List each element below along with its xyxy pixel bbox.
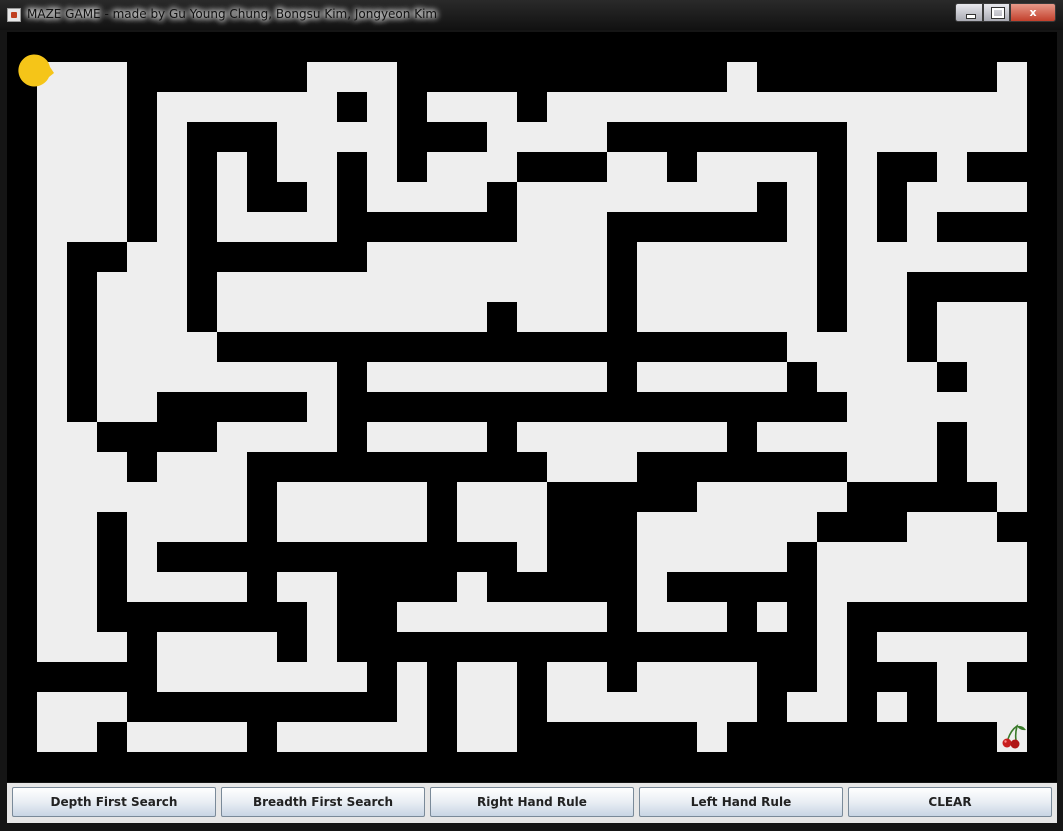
maze-wall	[367, 212, 487, 242]
maze-wall	[97, 512, 127, 632]
maze-wall	[847, 482, 967, 512]
maze-wall	[127, 62, 307, 92]
maze-wall	[877, 152, 937, 182]
maze-wall	[247, 722, 277, 752]
maze-wall	[187, 152, 217, 332]
minimize-button[interactable]	[955, 3, 983, 22]
app-window: MAZE GAME - made by Gu Young Chung, Bong…	[0, 0, 1063, 831]
maze-wall	[217, 602, 307, 632]
maze-wall	[847, 602, 1027, 632]
maze-wall	[487, 302, 517, 332]
maze-wall	[397, 92, 427, 182]
maze-wall	[937, 212, 1027, 242]
maze-wall	[637, 632, 787, 662]
maze-wall	[637, 452, 847, 482]
maze-wall	[337, 542, 487, 572]
maze-wall	[967, 482, 997, 512]
maze-wall	[67, 242, 127, 272]
maze-wall	[97, 422, 217, 452]
maze-wall	[997, 512, 1027, 542]
maze-wall	[187, 122, 277, 152]
maze-wall	[547, 512, 637, 572]
maze-wall	[907, 272, 1027, 302]
maze-wall	[277, 632, 307, 662]
maze-wall	[727, 722, 997, 752]
maze-wall	[607, 242, 637, 332]
right-hand-rule-button[interactable]: Right Hand Rule	[430, 787, 634, 817]
maze-wall	[427, 122, 487, 152]
maze-wall	[757, 662, 817, 692]
maze-wall	[517, 152, 607, 182]
maze-wall	[127, 452, 157, 482]
maze-wall	[907, 692, 937, 722]
window-title: MAZE GAME - made by Gu Young Chung, Bong…	[27, 7, 438, 21]
maze-wall	[337, 572, 457, 602]
maze-wall	[937, 362, 967, 392]
maze-wall	[157, 692, 397, 722]
maze-wall	[247, 452, 397, 482]
clear-button[interactable]: CLEAR	[848, 787, 1052, 817]
maze-wall	[217, 332, 577, 362]
maze-wall	[607, 602, 637, 692]
maze-board	[7, 32, 1057, 782]
maze-wall	[967, 662, 1027, 692]
maze-wall	[967, 152, 1027, 182]
maze-wall	[877, 662, 937, 692]
maze-wall	[667, 572, 787, 602]
maze-wall	[67, 272, 97, 422]
maze-wall	[157, 752, 187, 782]
maze-wall	[397, 62, 727, 92]
maze-wall	[667, 152, 697, 182]
maze-wall	[487, 542, 517, 572]
java-app-icon[interactable]	[7, 8, 21, 22]
maze-wall	[127, 92, 157, 242]
maze-wall	[517, 92, 547, 122]
depth-first-search-button[interactable]: Depth First Search	[12, 787, 216, 817]
maze-wall	[607, 122, 847, 152]
maze-wall	[877, 182, 907, 242]
maze-wall	[457, 392, 727, 422]
maze-wall	[847, 632, 877, 722]
maze-wall	[487, 182, 517, 242]
close-button[interactable]: x	[1010, 3, 1056, 22]
maze-wall	[127, 602, 217, 632]
maze-wall	[157, 542, 337, 572]
algorithm-toolbar: Depth First Search Breadth First Search …	[7, 783, 1057, 823]
maze-wall	[397, 452, 547, 482]
maze-wall	[337, 152, 367, 242]
maze-wall	[277, 182, 307, 212]
maze-wall	[607, 362, 637, 392]
maze-wall	[427, 662, 457, 752]
maze-wall	[427, 482, 457, 542]
maze-wall	[217, 242, 367, 272]
title-bar[interactable]: MAZE GAME - made by Gu Young Chung, Bong…	[0, 0, 1063, 30]
maze-wall	[97, 722, 127, 752]
maze-wall	[577, 332, 787, 362]
maze-wall	[547, 482, 697, 512]
maze-wall	[487, 572, 637, 602]
maximize-button[interactable]	[983, 3, 1010, 22]
maze-wall	[247, 152, 277, 212]
maze-wall	[157, 392, 307, 422]
breadth-first-search-button[interactable]: Breadth First Search	[221, 787, 425, 817]
maze-wall	[37, 662, 127, 692]
maze-wall	[817, 152, 847, 332]
maze-wall	[727, 392, 847, 422]
maze-wall	[337, 92, 367, 122]
maze-wall	[637, 752, 667, 782]
maze-wall	[907, 302, 937, 362]
maze-wall	[127, 632, 157, 722]
maze-wall	[607, 212, 757, 242]
maze-wall	[757, 62, 997, 92]
maze-wall	[337, 632, 607, 662]
left-hand-rule-button[interactable]: Left Hand Rule	[639, 787, 843, 817]
maze-wall	[337, 602, 397, 632]
maze-wall	[817, 512, 907, 542]
maze-wall	[367, 392, 457, 422]
maze-wall	[787, 542, 817, 662]
maze-wall	[727, 602, 757, 632]
maze-wall	[757, 182, 787, 242]
maze-wall	[517, 722, 697, 752]
